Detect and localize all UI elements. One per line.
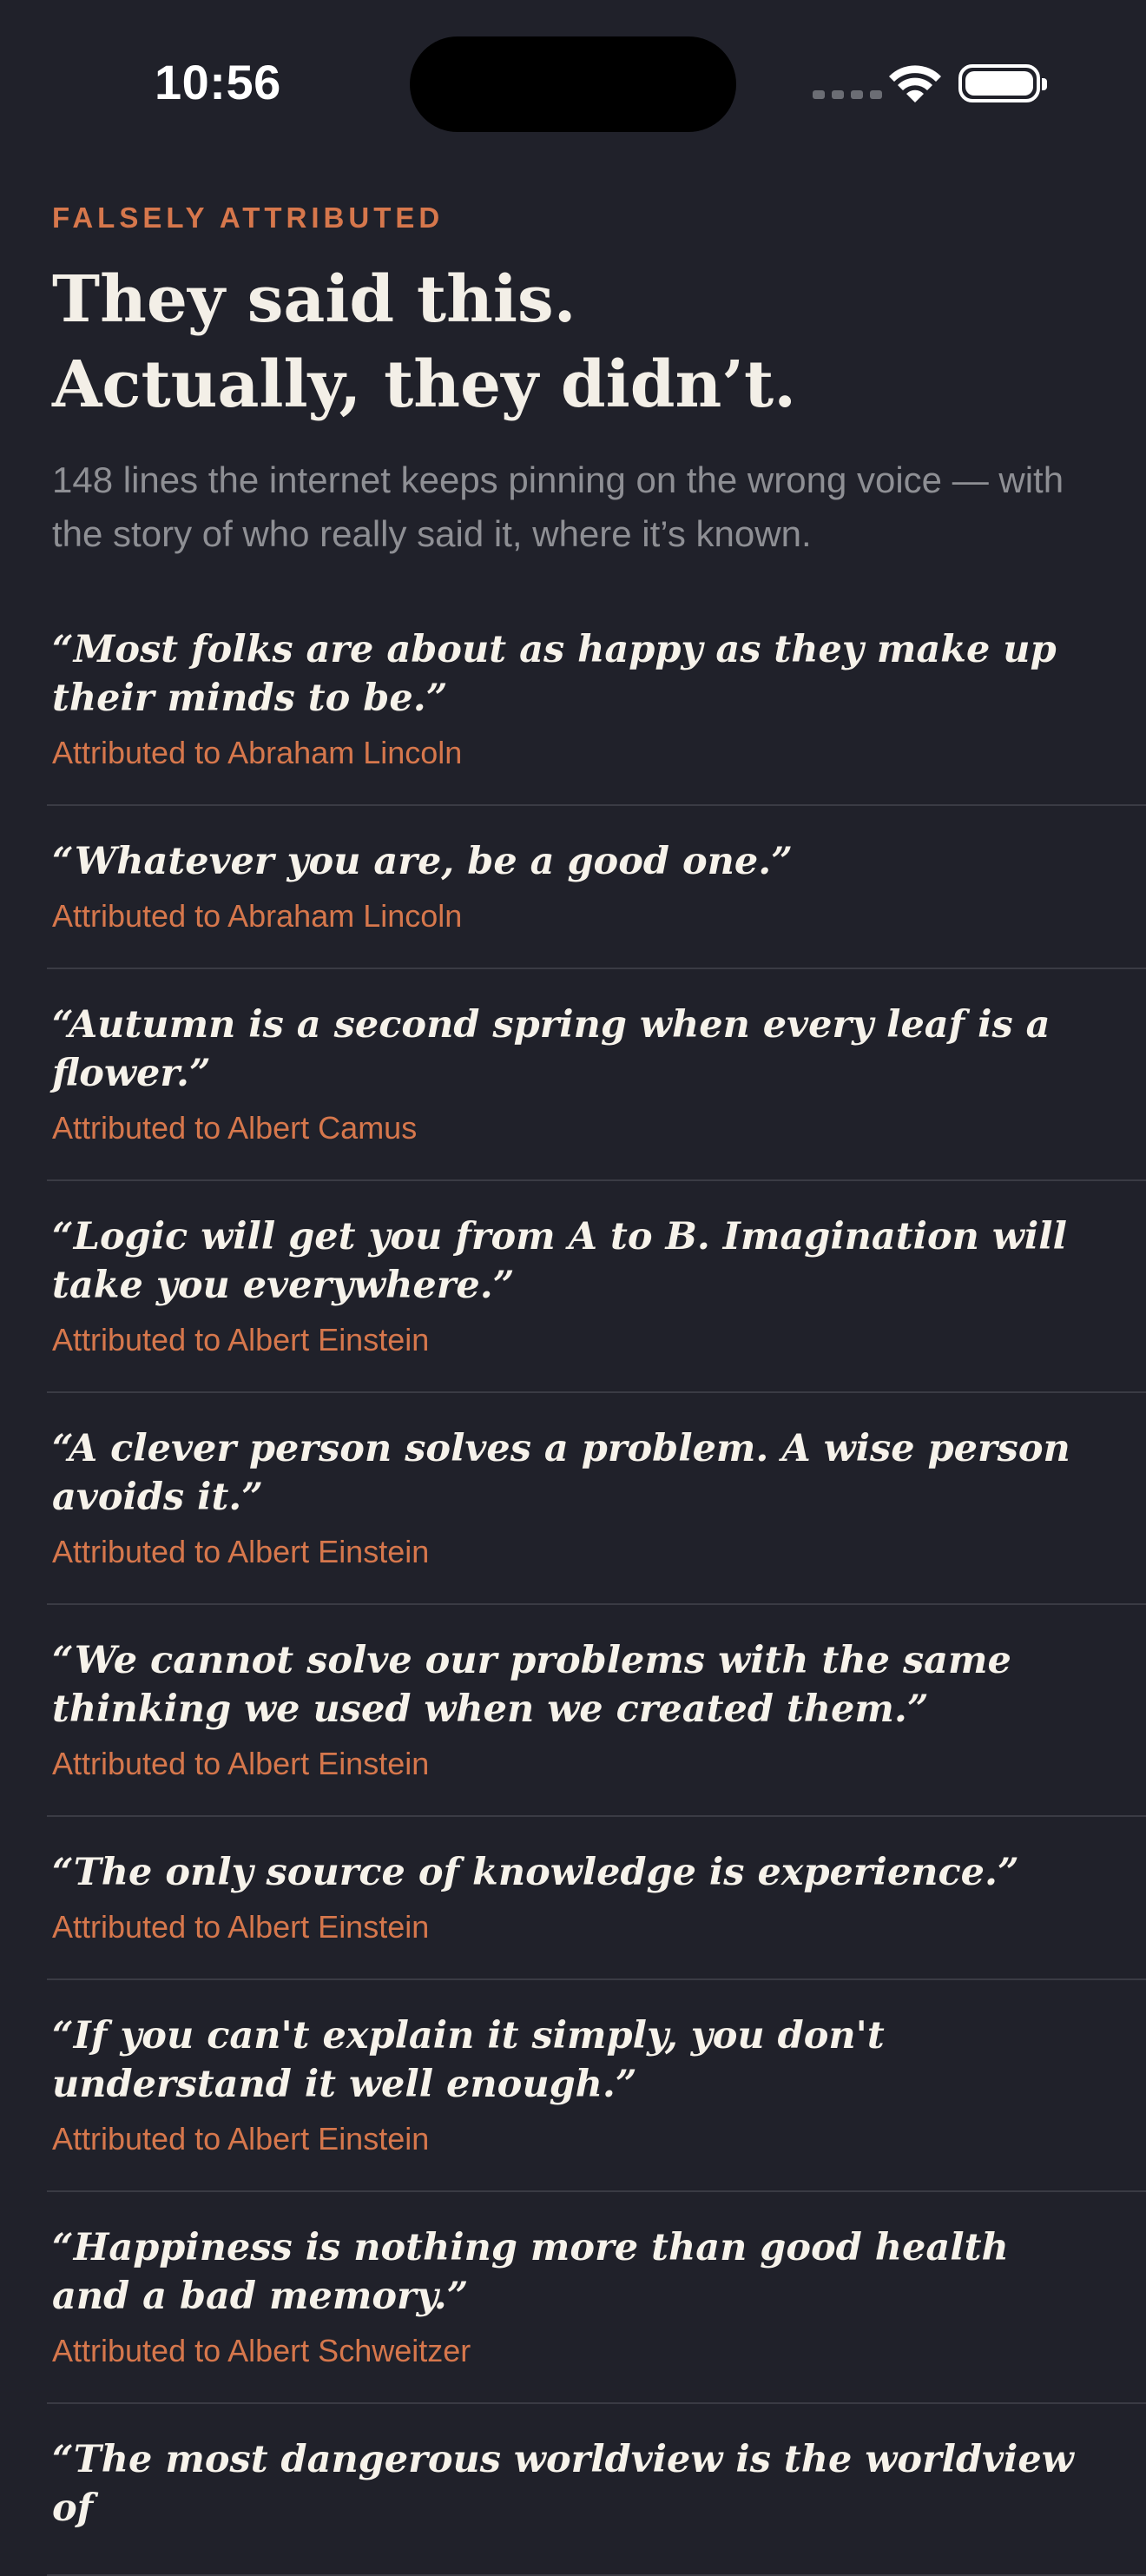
quote-text: “Most folks are about as happy as they m… bbox=[52, 628, 1057, 720]
quote-text: “Happiness is nothing more than good hea… bbox=[52, 2226, 1009, 2318]
quote-attribution: Attributed to Albert Einstein bbox=[52, 1909, 430, 1945]
page-title: They said this. Actually, they didn’t. bbox=[52, 262, 796, 422]
quote-attribution: Attributed to Abraham Lincoln bbox=[52, 898, 463, 934]
quote-attribution: Attributed to Albert Schweitzer bbox=[52, 2333, 471, 2368]
quote-list-item[interactable]: “We cannot solve our problems with the s… bbox=[47, 1605, 1146, 1817]
quote-text: “Logic will get you from A to B. Imagina… bbox=[52, 1215, 1067, 1307]
quote-attribution: Attributed to Albert Einstein bbox=[52, 2121, 430, 2157]
quote-text: “Whatever you are, be a good one.” bbox=[52, 840, 793, 883]
quote-attribution: Attributed to Abraham Lincoln bbox=[52, 735, 463, 770]
quote-attribution: Attributed to Albert Einstein bbox=[52, 1746, 430, 1781]
quote-text: “The most dangerous worldview is the wor… bbox=[52, 2438, 1074, 2530]
quote-text: “The only source of knowledge is experie… bbox=[52, 1851, 1019, 1894]
quote-list: “Most folks are about as happy as they m… bbox=[0, 608, 1146, 2576]
quote-list-item[interactable]: “Most folks are about as happy as they m… bbox=[47, 608, 1146, 806]
quote-list-item[interactable]: “A clever person solves a problem. A wis… bbox=[47, 1393, 1146, 1605]
quote-list-item[interactable]: “Autumn is a second spring when every le… bbox=[47, 969, 1146, 1181]
quote-text: “If you can't explain it simply, you don… bbox=[52, 2014, 885, 2106]
status-time: 10:56 bbox=[155, 55, 281, 109]
quote-text: “Autumn is a second spring when every le… bbox=[52, 1003, 1050, 1095]
page-subtitle: 148 lines the internet keeps pinning on … bbox=[52, 459, 1064, 554]
status-bar: 10:56 bbox=[0, 0, 1146, 174]
quote-list-item[interactable]: “Whatever you are, be a good one.” Attri… bbox=[47, 806, 1146, 969]
quote-text: “A clever person solves a problem. A wis… bbox=[52, 1427, 1070, 1519]
quote-list-item[interactable]: “If you can't explain it simply, you don… bbox=[47, 1980, 1146, 2192]
quote-list-item[interactable]: “The only source of knowledge is experie… bbox=[47, 1817, 1146, 1980]
wifi-icon bbox=[889, 65, 941, 102]
cellular-signal-icon bbox=[813, 90, 882, 99]
quote-attribution: Attributed to Albert Einstein bbox=[52, 1534, 430, 1569]
dynamic-island bbox=[410, 36, 736, 132]
quote-attribution: Attributed to Albert Einstein bbox=[52, 1322, 430, 1357]
quote-list-item[interactable]: “Logic will get you from A to B. Imagina… bbox=[47, 1181, 1146, 1393]
page-header: FALSELY ATTRIBUTED They said this. Actua… bbox=[52, 201, 1094, 561]
battery-icon bbox=[958, 64, 1047, 102]
quote-list-item[interactable]: “The most dangerous worldview is the wor… bbox=[47, 2404, 1146, 2576]
quote-attribution: Attributed to Albert Camus bbox=[52, 1110, 418, 1146]
quote-text: “We cannot solve our problems with the s… bbox=[52, 1639, 1011, 1731]
section-eyebrow: FALSELY ATTRIBUTED bbox=[52, 201, 445, 234]
quote-list-item[interactable]: “Happiness is nothing more than good hea… bbox=[47, 2192, 1146, 2404]
